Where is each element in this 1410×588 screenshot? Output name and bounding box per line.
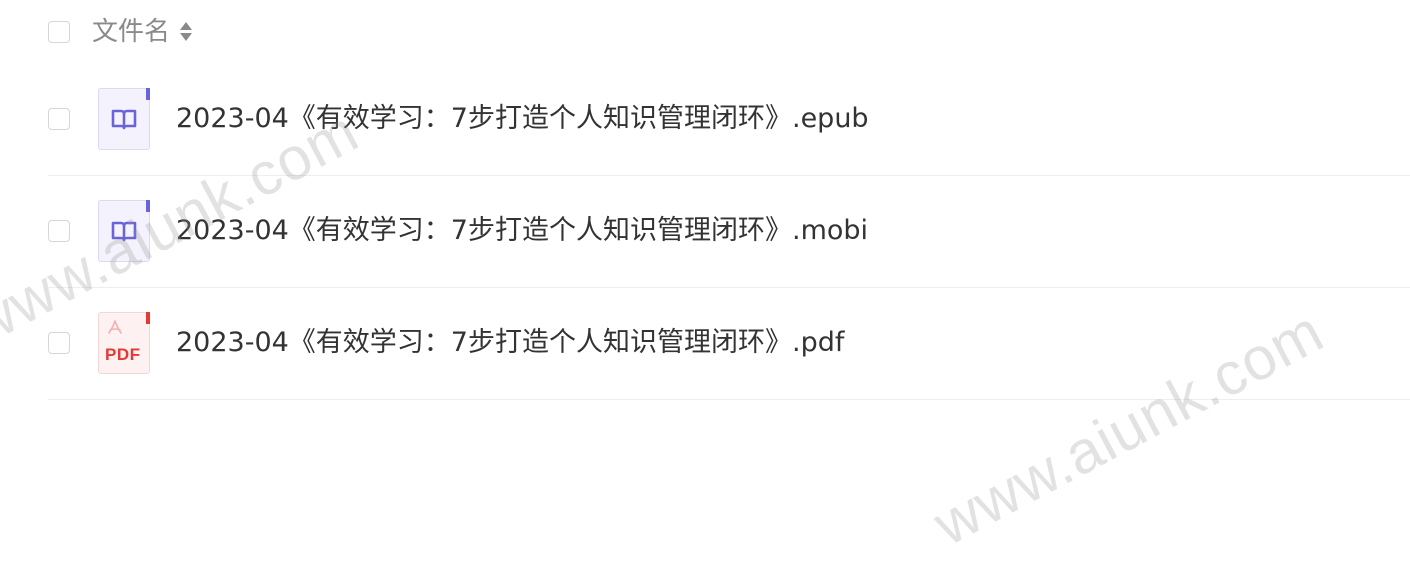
file-row-checkbox[interactable]: [48, 220, 70, 242]
file-row[interactable]: PDF 2023-04《有效学习：7步打造个人知识管理闭环》.pdf: [48, 288, 1410, 400]
file-row[interactable]: 2023-04《有效学习：7步打造个人知识管理闭环》.mobi: [48, 176, 1410, 288]
file-row[interactable]: 2023-04《有效学习：7步打造个人知识管理闭环》.epub: [48, 64, 1410, 176]
file-list: 文件名 2023-04《有效学习：7步打造个人知识管理闭环》.epub 2023…: [48, 0, 1410, 400]
file-list-header: 文件名: [48, 0, 1410, 64]
pdf-icon: PDF: [98, 312, 150, 374]
filename-column-label: 文件名: [92, 17, 171, 47]
file-name[interactable]: 2023-04《有效学习：7步打造个人知识管理闭环》.mobi: [176, 214, 868, 248]
file-name[interactable]: 2023-04《有效学习：7步打造个人知识管理闭环》.epub: [176, 102, 869, 136]
file-name[interactable]: 2023-04《有效学习：7步打造个人知识管理闭环》.pdf: [176, 326, 844, 360]
select-all-checkbox[interactable]: [48, 21, 70, 43]
file-row-checkbox[interactable]: [48, 108, 70, 130]
ebook-icon: [98, 88, 150, 150]
filename-column-header[interactable]: 文件名: [92, 16, 193, 48]
pdf-icon-label: PDF: [105, 345, 141, 364]
file-row-checkbox[interactable]: [48, 332, 70, 354]
sort-icon[interactable]: [180, 20, 193, 44]
file-list-page: 文件名 2023-04《有效学习：7步打造个人知识管理闭环》.epub 2023…: [0, 0, 1410, 588]
ebook-icon: [98, 200, 150, 262]
